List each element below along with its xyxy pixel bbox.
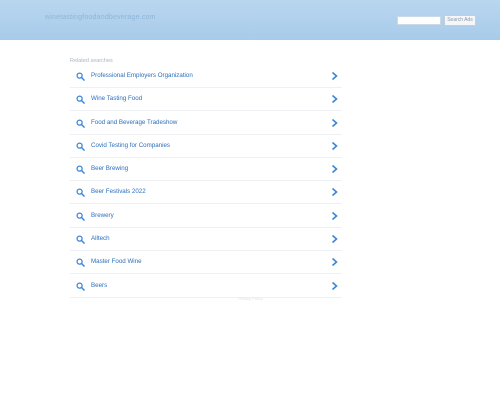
list-item-label[interactable]: Brewery [91,212,114,219]
search-icon [76,72,85,81]
list-item[interactable]: Beer Brewing [70,159,342,182]
chevron-right-icon [331,258,338,267]
chevron-right-icon [331,71,338,81]
top-bar: winetastingfoodandbeverage.com Search Ad… [0,0,500,40]
list-item-label[interactable]: Beer Festivals 2022 [91,188,146,195]
list-item-label[interactable]: Professional Employers Organization [91,72,193,79]
search-icon [76,119,85,128]
list-item-label[interactable]: Alltech [91,235,110,242]
list-item[interactable]: Beers [70,276,342,298]
search-button[interactable]: Search Ads [444,15,476,26]
list-item[interactable]: Master Food Wine [70,252,342,275]
list-item-label[interactable]: Master Food Wine [91,258,142,265]
list-item[interactable]: Food and Beverage Tradeshow [70,113,342,135]
list-item-label[interactable]: Beer Brewing [91,165,128,172]
related-searches-label: Related searches [70,58,113,64]
chevron-right-icon [331,141,338,150]
chevron-right-icon [331,211,338,220]
list-item-label[interactable]: Beers [91,282,107,289]
list-item-label[interactable]: Wine Tasting Food [91,95,142,102]
list-item[interactable]: Professional Employers Organization [70,66,342,88]
search-icon [76,212,85,221]
list-item[interactable]: Alltech [70,229,342,252]
chevron-right-icon [331,188,338,197]
chevron-right-icon [331,281,338,290]
search-icon [76,282,85,291]
search-icon [76,188,85,198]
list-item[interactable]: Brewery [70,206,342,228]
search-icon [76,235,85,244]
chevron-right-icon [331,118,338,127]
list-item[interactable]: Wine Tasting Food [70,89,342,112]
search-icon [76,258,85,268]
search-icon [76,165,85,175]
list-item[interactable]: Covid Testing for Companies [70,136,342,158]
search-icon [76,95,85,105]
chevron-right-icon [331,165,338,174]
list-item-label[interactable]: Food and Beverage Tradeshow [91,119,177,126]
chevron-right-icon [331,234,338,244]
list-item[interactable]: Beer Festivals 2022 [70,182,342,205]
search-input[interactable] [397,16,441,25]
list-item-label[interactable]: Covid Testing for Companies [91,142,170,149]
chevron-right-icon [331,95,338,104]
privacy-policy-link[interactable]: Privacy Policy [238,296,263,301]
search-icon [76,142,85,151]
related-searches-list: Professional Employers Organization Wine… [70,66,342,299]
domain-title[interactable]: winetastingfoodandbeverage.com [45,14,156,21]
